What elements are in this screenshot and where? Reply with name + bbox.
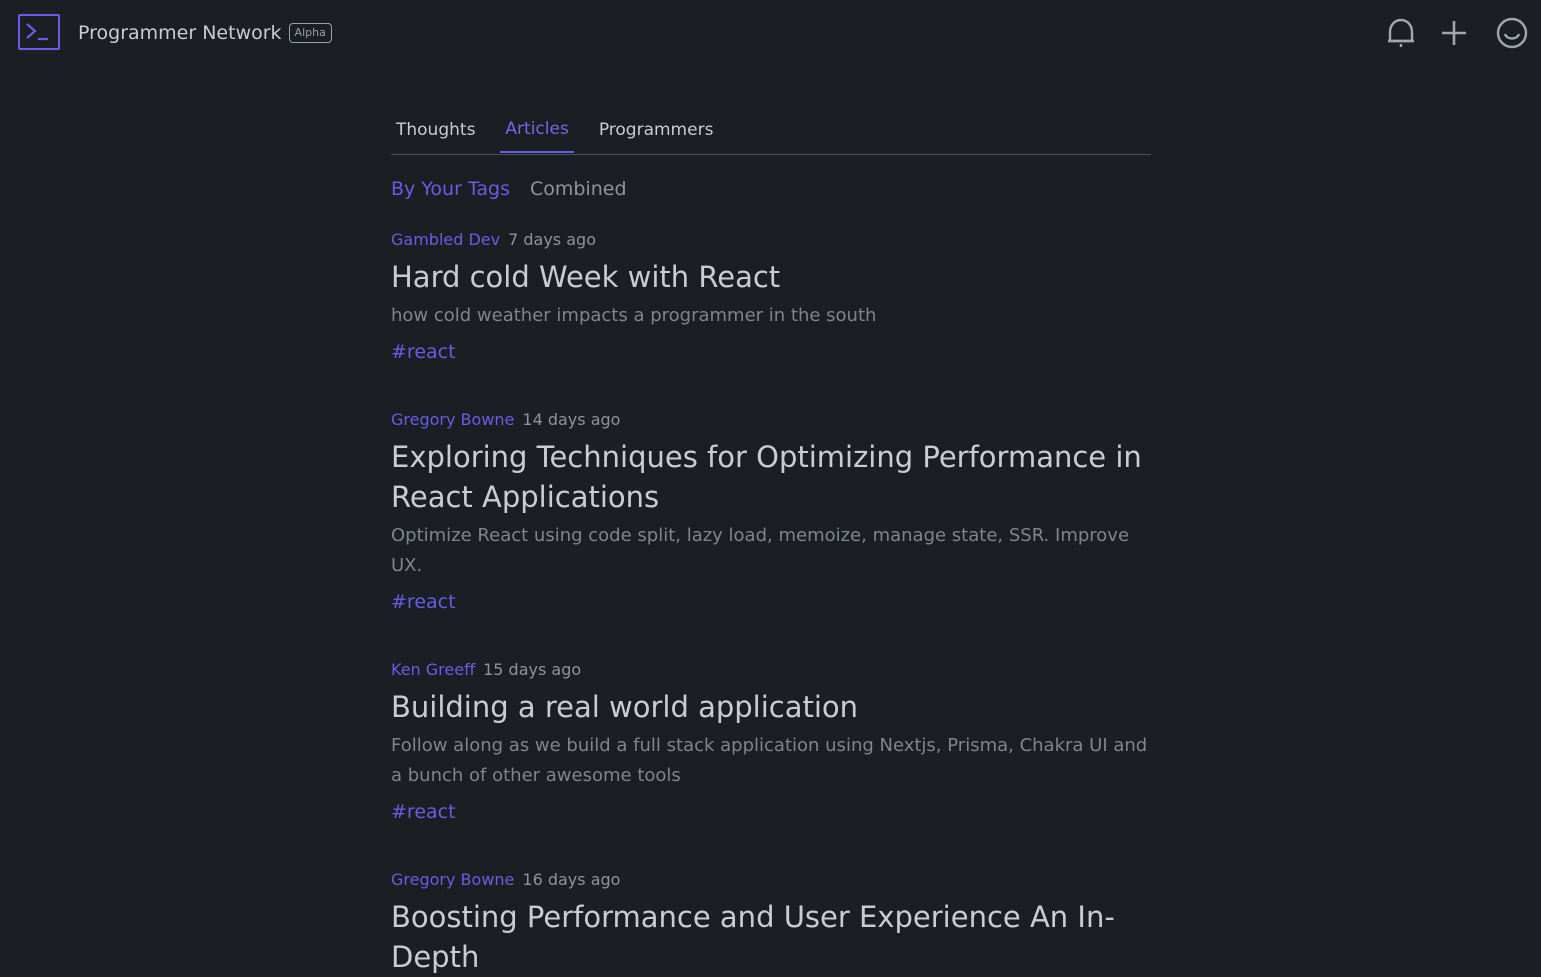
filter-bar: By Your Tags Combined [391,178,1151,200]
article-description: how cold weather impacts a programmer in… [391,305,877,326]
post-time: 15 days ago [483,660,582,679]
filter-by-your-tags[interactable]: By Your Tags [391,178,510,200]
tab-thoughts[interactable]: Thoughts [391,110,480,153]
article-title[interactable]: Exploring Techniques for Optimizing Perf… [391,437,1151,517]
tag-link[interactable]: #react [391,591,456,613]
author-link[interactable]: Gregory Bowne [391,410,514,429]
terminal-logo-icon[interactable] [18,14,60,50]
author-link[interactable]: Gambled Dev [391,230,500,249]
filter-combined[interactable]: Combined [530,178,627,200]
article-meta: Gregory Bowne 16 days ago [391,870,1151,889]
article-title[interactable]: Hard cold Week with React [391,257,1151,297]
alpha-badge: Alpha [288,23,332,43]
main-content: Thoughts Articles Programmers By Your Ta… [391,110,1151,977]
tag-link[interactable]: #react [391,341,456,363]
tab-articles[interactable]: Articles [500,110,574,153]
post-time: 14 days ago [522,410,621,429]
article-title[interactable]: Building a real world application [391,687,1151,727]
article-description: Follow along as we build a full stack ap… [391,735,1148,786]
article-description: Optimize React using code split, lazy lo… [391,525,1130,576]
tag-link[interactable]: #react [391,801,456,823]
author-link[interactable]: Ken Greeff [391,660,475,679]
article-card: Ken Greeff 15 days ago Building a real wo… [391,660,1151,823]
author-link[interactable]: Gregory Bowne [391,870,514,889]
smiley-icon[interactable] [1495,16,1529,50]
tab-bar: Thoughts Articles Programmers [391,110,1151,155]
brand-name: Programmer Network [78,22,282,44]
top-header: Programmer Network Alpha [0,0,1541,70]
article-title[interactable]: Boosting Performance and User Experience… [391,897,1151,977]
brand[interactable]: Programmer Network Alpha [78,22,332,44]
tab-programmers[interactable]: Programmers [594,110,719,153]
article-card: Gambled Dev 7 days ago Hard cold Week wit… [391,230,1151,363]
article-meta: Gregory Bowne 14 days ago [391,410,1151,429]
post-time: 7 days ago [508,230,596,249]
article-card: Gregory Bowne 16 days ago Boosting Perfor… [391,870,1151,977]
article-card: Gregory Bowne 14 days ago Exploring Techn… [391,410,1151,613]
plus-icon[interactable] [1437,16,1471,50]
bell-icon[interactable] [1384,16,1418,50]
post-time: 16 days ago [522,870,621,889]
article-meta: Ken Greeff 15 days ago [391,660,1151,679]
article-meta: Gambled Dev 7 days ago [391,230,1151,249]
